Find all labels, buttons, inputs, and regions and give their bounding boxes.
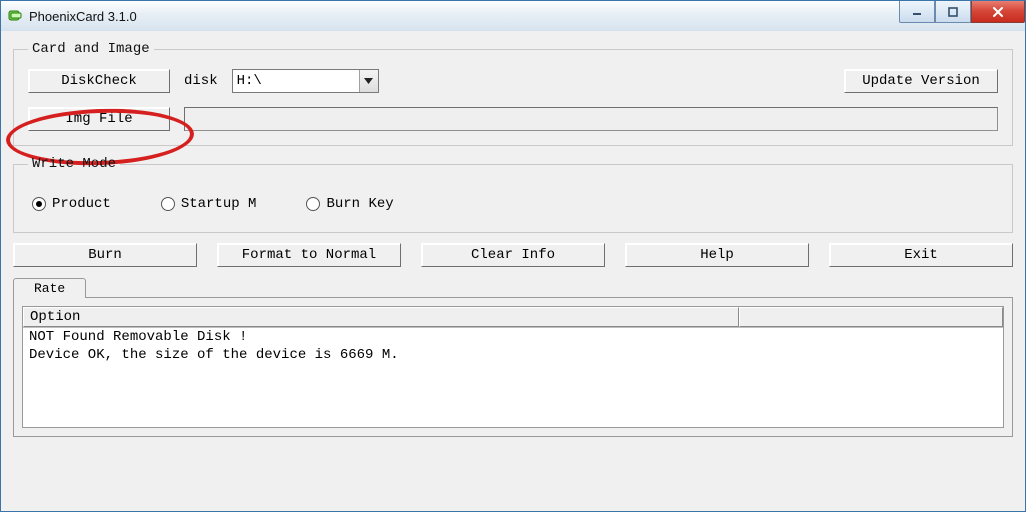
radio-product[interactable]: Product bbox=[32, 196, 111, 212]
list-column-2[interactable] bbox=[739, 307, 1003, 327]
app-window: PhoenixCard 3.1.0 Card and Image DiskChe… bbox=[0, 0, 1026, 512]
update-version-button[interactable]: Update Version bbox=[844, 69, 998, 93]
maximize-button[interactable] bbox=[935, 1, 971, 23]
tab-panel: Option NOT Found Removable Disk ! Device… bbox=[13, 298, 1013, 437]
radio-dot-icon bbox=[306, 197, 320, 211]
radio-dot-icon bbox=[32, 197, 46, 211]
close-button[interactable] bbox=[971, 1, 1025, 23]
exit-button[interactable]: Exit bbox=[829, 243, 1013, 267]
tab-rate[interactable]: Rate bbox=[13, 278, 86, 298]
diskcheck-button[interactable]: DiskCheck bbox=[28, 69, 170, 93]
write-mode-group: Write Mode Product Startup M Burn Key bbox=[13, 156, 1013, 233]
help-button[interactable]: Help bbox=[625, 243, 809, 267]
chevron-down-icon[interactable] bbox=[359, 70, 378, 92]
radio-label: Burn Key bbox=[326, 196, 393, 212]
list-column-option[interactable]: Option bbox=[23, 307, 739, 327]
img-path-field[interactable] bbox=[184, 107, 998, 131]
minimize-button[interactable] bbox=[899, 1, 935, 23]
tabstrip: Rate bbox=[13, 277, 1013, 298]
disk-select-value[interactable] bbox=[233, 70, 359, 92]
log-body: NOT Found Removable Disk ! Device OK, th… bbox=[23, 328, 1003, 365]
card-and-image-legend: Card and Image bbox=[28, 41, 154, 57]
window-title: PhoenixCard 3.1.0 bbox=[29, 9, 137, 24]
list-header: Option bbox=[23, 307, 1003, 328]
disk-select[interactable] bbox=[232, 69, 379, 93]
disk-label: disk bbox=[184, 73, 218, 89]
client-area: Card and Image DiskCheck disk Update Ver… bbox=[1, 31, 1025, 511]
img-file-button[interactable]: Img File bbox=[28, 107, 170, 131]
radio-dot-icon bbox=[161, 197, 175, 211]
action-row: Burn Format to Normal Clear Info Help Ex… bbox=[13, 243, 1013, 267]
burn-button[interactable]: Burn bbox=[13, 243, 197, 267]
write-mode-legend: Write Mode bbox=[28, 156, 120, 172]
titlebar: PhoenixCard 3.1.0 bbox=[1, 1, 1025, 32]
clear-info-button[interactable]: Clear Info bbox=[421, 243, 605, 267]
radio-burnkey[interactable]: Burn Key bbox=[306, 196, 393, 212]
radio-label: Startup M bbox=[181, 196, 257, 212]
log-listview[interactable]: Option NOT Found Removable Disk ! Device… bbox=[22, 306, 1004, 428]
radio-startup[interactable]: Startup M bbox=[161, 196, 257, 212]
app-icon bbox=[7, 8, 23, 24]
radio-label: Product bbox=[52, 196, 111, 212]
card-and-image-group: Card and Image DiskCheck disk Update Ver… bbox=[13, 41, 1013, 146]
window-controls bbox=[899, 1, 1025, 23]
format-button[interactable]: Format to Normal bbox=[217, 243, 401, 267]
